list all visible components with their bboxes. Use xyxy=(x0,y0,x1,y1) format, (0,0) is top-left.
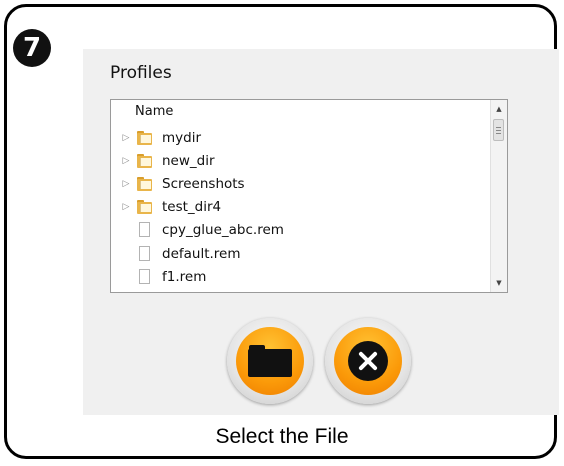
item-name: test_dir4 xyxy=(162,199,222,216)
folder-row[interactable]: ▷ test_dir4 xyxy=(111,196,490,219)
folder-row[interactable]: ▷ Screenshots xyxy=(111,172,490,195)
cancel-button[interactable] xyxy=(325,318,411,404)
folder-row[interactable]: ▷ new_dir xyxy=(111,149,490,172)
file-row[interactable]: ▷default.rem xyxy=(111,242,490,265)
item-name: f1.rem xyxy=(162,268,207,285)
expand-arrow-icon[interactable]: ▷ xyxy=(121,202,131,212)
folder-icon xyxy=(135,152,153,170)
step-caption: Select the File xyxy=(215,425,349,448)
item-name: mydir xyxy=(162,129,202,146)
scroll-up-arrow-icon[interactable]: ▲ xyxy=(491,101,507,117)
vertical-scrollbar[interactable]: ▲ ▼ xyxy=(490,100,507,292)
folder-icon xyxy=(135,175,153,193)
file-icon xyxy=(135,268,153,286)
folder-row[interactable]: ▷ mydir xyxy=(111,126,490,149)
tutorial-frame: 7 Profiles Name ▷ mydir ▷ new_dir ▷ Screensho… xyxy=(4,4,559,459)
expand-arrow-icon[interactable]: ▷ xyxy=(121,179,131,189)
file-list[interactable]: Name ▷ mydir ▷ new_dir ▷ Screenshots ▷ test_dir… xyxy=(110,99,508,293)
scroll-thumb[interactable] xyxy=(493,119,504,141)
folder-icon xyxy=(135,198,153,216)
file-row[interactable]: ▷f1.rem xyxy=(111,265,490,288)
column-header-name[interactable]: Name xyxy=(111,100,490,124)
expand-arrow-icon[interactable]: ▷ xyxy=(121,156,131,166)
file-list-rows: ▷ mydir ▷ new_dir ▷ Screenshots ▷ test_dir4 ▷cpy… xyxy=(111,126,490,288)
browse-folder-button[interactable] xyxy=(227,318,313,404)
scroll-down-arrow-icon[interactable]: ▼ xyxy=(491,275,507,291)
expand-arrow-icon[interactable]: ▷ xyxy=(121,133,131,143)
item-name: Screenshots xyxy=(162,175,245,192)
close-icon xyxy=(348,341,388,381)
item-name: default.rem xyxy=(162,245,241,262)
item-name: new_dir xyxy=(162,152,215,169)
folder-icon xyxy=(248,345,292,377)
profiles-dialog: Profiles Name ▷ mydir ▷ new_dir ▷ Screenshots… xyxy=(83,49,559,415)
file-icon xyxy=(135,221,153,239)
file-icon xyxy=(135,245,153,263)
file-row[interactable]: ▷cpy_glue_abc.rem xyxy=(111,219,490,242)
dialog-title: Profiles xyxy=(110,63,172,83)
folder-icon xyxy=(135,129,153,147)
item-name: cpy_glue_abc.rem xyxy=(162,222,284,239)
step-number-badge: 7 xyxy=(13,29,51,67)
